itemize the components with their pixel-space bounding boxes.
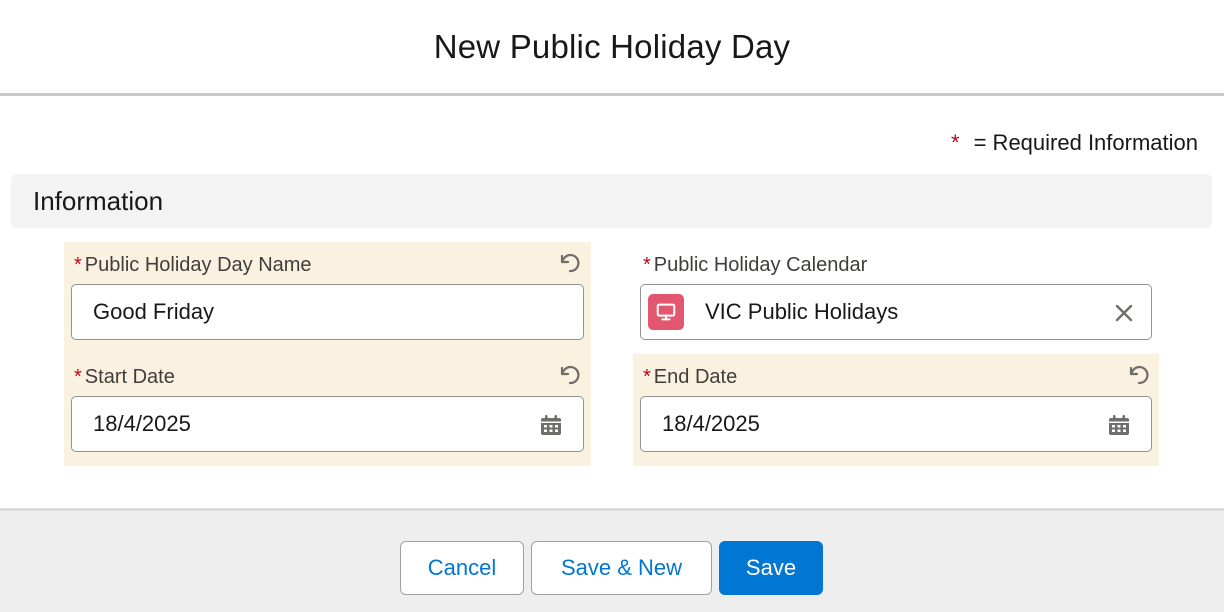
- undo-icon[interactable]: [1126, 362, 1152, 388]
- field-label: * Public Holiday Calendar: [643, 254, 868, 276]
- required-legend: * = Required Information: [951, 130, 1198, 156]
- save-button[interactable]: Save: [719, 541, 823, 595]
- calendar-icon[interactable]: [539, 413, 563, 437]
- section-title: Information: [33, 185, 164, 216]
- required-legend-text: = Required Information: [973, 130, 1198, 155]
- field-public-holiday-calendar: * Public Holiday Calendar VIC Public Holi…: [633, 242, 1159, 354]
- field-label: * Start Date: [74, 366, 175, 388]
- section-header-information[interactable]: Information: [11, 174, 1212, 228]
- field-end-date: * End Date 18/4/2025: [633, 354, 1159, 466]
- field-public-holiday-day-name: * Public Holiday Day Name Good Friday: [64, 242, 591, 354]
- public-holiday-day-name-input[interactable]: Good Friday: [71, 284, 584, 340]
- field-start-date: * Start Date 18/4/2025: [64, 354, 591, 466]
- undo-icon[interactable]: [557, 362, 583, 388]
- modal-footer: Cancel Save & New Save: [0, 508, 1224, 612]
- monitor-icon: [648, 294, 684, 330]
- end-date-input[interactable]: 18/4/2025: [640, 396, 1152, 452]
- save-and-new-button[interactable]: Save & New: [531, 541, 712, 595]
- field-label: * End Date: [643, 366, 738, 388]
- calendar-icon[interactable]: [1107, 413, 1131, 437]
- required-asterisk: *: [951, 130, 960, 155]
- selected-calendar: VIC Public Holidays: [705, 299, 899, 324]
- modal-header: New Public Holiday Day: [0, 0, 1224, 96]
- start-date-input[interactable]: 18/4/2025: [71, 396, 584, 452]
- undo-icon[interactable]: [557, 250, 583, 276]
- field-label: * Public Holiday Day Name: [74, 254, 312, 276]
- clear-selection-icon[interactable]: [1111, 300, 1137, 326]
- public-holiday-calendar-lookup[interactable]: VIC Public Holidays: [640, 284, 1152, 340]
- modal-title: New Public Holiday Day: [433, 27, 791, 65]
- cancel-button[interactable]: Cancel: [400, 541, 524, 595]
